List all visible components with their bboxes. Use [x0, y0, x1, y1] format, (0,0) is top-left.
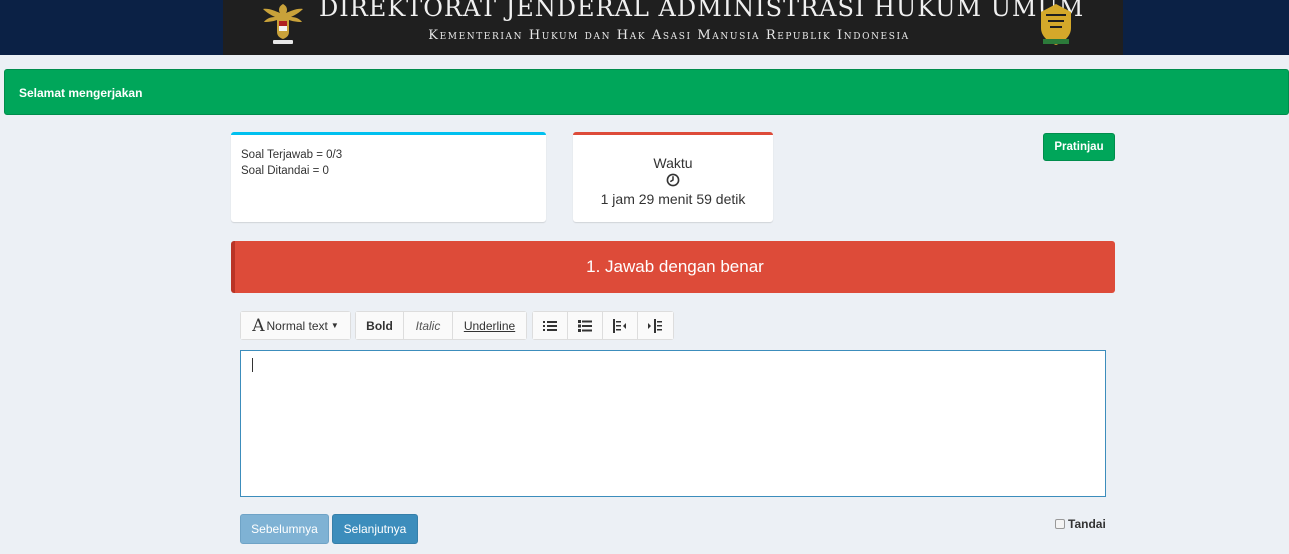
preview-button[interactable]: Pratinjau — [1043, 133, 1115, 161]
timer-remaining: 1 jam 29 menit 59 detik — [600, 191, 746, 207]
indent-icon — [648, 318, 663, 333]
caret-down-icon: ▼ — [330, 321, 339, 330]
answer-editor[interactable] — [240, 350, 1106, 497]
alert-message: Selamat mengerjakan — [19, 86, 143, 100]
ordered-list-button[interactable] — [568, 312, 603, 339]
font-icon: A — [252, 315, 265, 336]
outdent-icon — [613, 318, 626, 333]
question-text: 1. Jawab dengan benar — [586, 257, 764, 276]
italic-button[interactable]: Italic — [404, 312, 453, 339]
header-title: DIREKTORAT JENDERAL ADMINISTRASI HUKUM U… — [319, 0, 1085, 22]
ordered-list-icon — [578, 319, 592, 332]
indent-button[interactable] — [638, 312, 673, 339]
text-style-group: Bold Italic Underline — [355, 311, 527, 340]
previous-button[interactable]: Sebelumnya — [240, 514, 329, 544]
text-cursor — [252, 358, 253, 372]
unordered-list-button[interactable] — [533, 312, 568, 339]
underline-button[interactable]: Underline — [453, 312, 526, 339]
font-style-label: Normal text — [266, 318, 328, 333]
font-style-group: A Normal text ▼ — [240, 311, 351, 340]
marked-count: Soal Ditandai = 0 — [241, 165, 329, 177]
clock-icon — [666, 173, 680, 187]
question-header: 1. Jawab dengan benar — [231, 241, 1115, 293]
list-tools-group — [532, 311, 674, 340]
top-header: DIREKTORAT JENDERAL ADMINISTRASI HUKUM U… — [0, 0, 1289, 55]
bold-button[interactable]: Bold — [356, 312, 404, 339]
mark-checkbox[interactable] — [1055, 519, 1065, 529]
font-style-dropdown[interactable]: A Normal text ▼ — [241, 312, 350, 339]
welcome-alert: Selamat mengerjakan — [4, 69, 1289, 115]
garuda-emblem-icon — [263, 4, 303, 44]
outdent-button[interactable] — [603, 312, 638, 339]
status-box: Soal Terjawab = 0/3 Soal Ditandai = 0 — [231, 132, 546, 222]
header-subtitle: Kementerian Hukum dan Hak Asasi Manusia … — [428, 28, 910, 43]
timer-box: Waktu 1 jam 29 menit 59 detik — [573, 132, 773, 222]
mark-label: Tandai — [1068, 517, 1106, 531]
mark-question-toggle[interactable]: Tandai — [1055, 517, 1106, 531]
next-button[interactable]: Selanjutnya — [332, 514, 418, 544]
timer-label: Waktu — [653, 155, 693, 171]
ministry-logo-icon — [1041, 4, 1071, 45]
unordered-list-icon — [543, 320, 557, 331]
header-banner: DIREKTORAT JENDERAL ADMINISTRASI HUKUM U… — [223, 0, 1123, 55]
answered-count: Soal Terjawab = 0/3 — [241, 149, 343, 161]
